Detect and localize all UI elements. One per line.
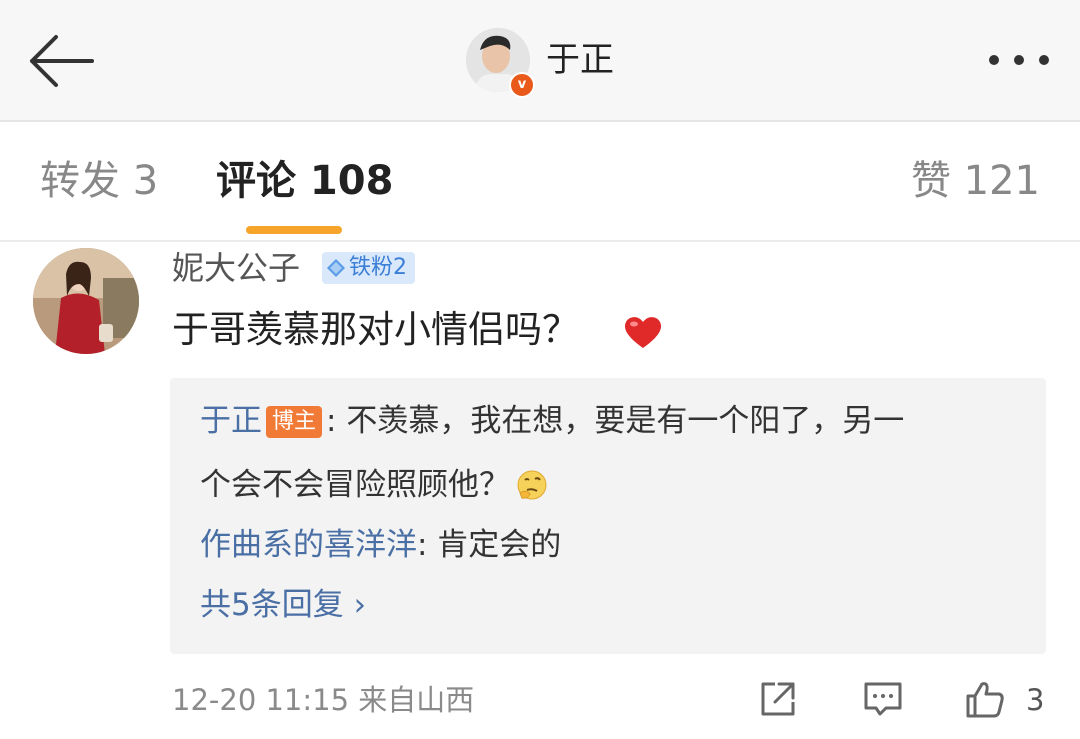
reply-line-continued: 个会不会冒险照顾他？	[200, 464, 548, 506]
tab-like[interactable]: 赞 121	[911, 158, 1040, 204]
tab-bar: 转发 3 评论 108 赞 121	[0, 122, 1080, 242]
blogger-badge: 博主	[266, 406, 323, 438]
thumbs-up-icon[interactable]	[964, 678, 1006, 720]
top-bar: v 于正	[0, 0, 1080, 122]
reply-preview-box[interactable]: 于正 博主: 不羡慕，我在想，要是有一个阳了，另一 个会不会冒险照顾他？ 作曲系的…	[170, 378, 1046, 654]
reply-line: 作曲系的喜洋洋: 肯定会的	[200, 524, 561, 566]
back-arrow-icon[interactable]	[26, 33, 96, 89]
fan-badge: 铁粉2	[322, 252, 415, 284]
comment-meta: 12-20 11:15 来自山西	[172, 683, 475, 717]
reply-text: : 肯定会的	[417, 527, 562, 563]
comment-text: 于哥羡慕那对小情侣吗？	[172, 308, 579, 351]
like-count: 3	[1026, 683, 1045, 717]
heart-emoji-icon	[624, 317, 662, 348]
reply-line: 于正 博主: 不羡慕，我在想，要是有一个阳了，另一	[200, 400, 904, 442]
thinking-emoji-icon	[517, 470, 547, 500]
tab-repost[interactable]: 转发 3	[40, 158, 158, 204]
active-tab-indicator	[246, 226, 342, 234]
reply-text: : 不羡慕，我在想，要是有一个阳了，另一	[326, 403, 905, 439]
commenter-avatar[interactable]	[33, 248, 139, 354]
comment-icon[interactable]	[862, 678, 904, 720]
verified-badge: v	[509, 72, 535, 98]
diamond-icon	[327, 259, 345, 277]
tab-comment[interactable]: 评论 108	[216, 158, 393, 204]
commenter-name[interactable]: 妮大公子	[172, 248, 300, 288]
share-icon[interactable]	[757, 678, 799, 720]
page-title: 于正	[546, 40, 614, 80]
avatar-photo-icon	[33, 248, 139, 354]
reply-author-name[interactable]: 作曲系的喜洋洋	[200, 527, 417, 563]
more-options-icon[interactable]	[984, 50, 1054, 70]
reply-text-continued: 个会不会冒险照顾他？	[200, 467, 510, 503]
view-all-replies-link[interactable]: 共5条回复 ›	[200, 584, 366, 626]
reply-author-name[interactable]: 于正	[200, 403, 262, 439]
comment-item: 妮大公子 铁粉2 于哥羡慕那对小情侣吗？ 于正 博主: 不羡慕，我在想，要是有一个…	[0, 242, 1080, 739]
fan-badge-label: 铁粉2	[349, 255, 407, 280]
